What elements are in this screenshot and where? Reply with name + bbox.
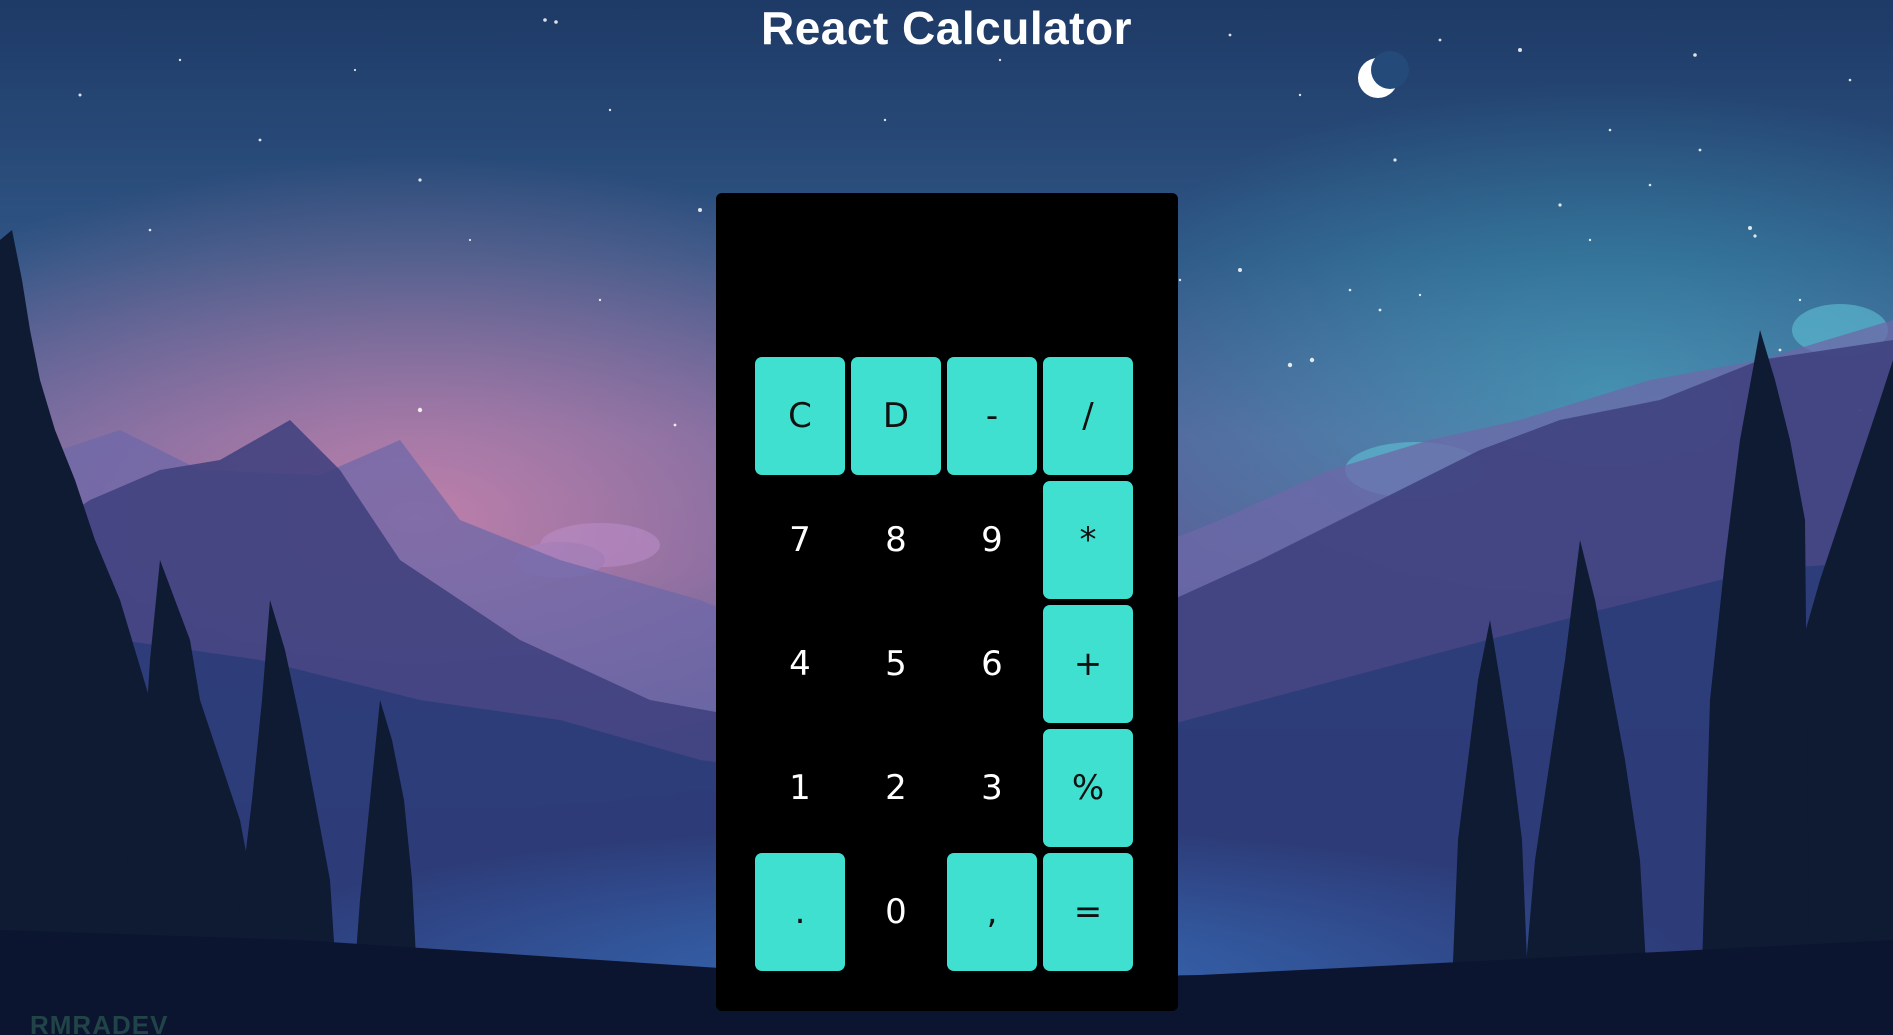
digit-8-button[interactable]: 8 [851,481,941,599]
digit-0-button[interactable]: 0 [851,853,941,971]
decimal-point-button[interactable]: . [755,853,845,971]
percent-button[interactable]: % [1043,729,1133,847]
digit-1-button[interactable]: 1 [755,729,845,847]
clear-button[interactable]: C [755,357,845,475]
digit-7-button[interactable]: 7 [755,481,845,599]
plus-button[interactable]: + [1043,605,1133,723]
digit-9-button[interactable]: 9 [947,481,1037,599]
calculator-display [716,193,1178,353]
divide-button[interactable]: / [1043,357,1133,475]
keypad: C D -/ 7 8 9 * 4 5 6 +1 2 3%. 0, = [755,357,1133,971]
digit-6-button[interactable]: 6 [947,605,1037,723]
calculator: C D -/ 7 8 9 * 4 5 6 +1 2 3%. 0, = [716,193,1178,1011]
digit-5-button[interactable]: 5 [851,605,941,723]
delete-button[interactable]: D [851,357,941,475]
digit-2-button[interactable]: 2 [851,729,941,847]
comma-button[interactable]: , [947,853,1037,971]
equals-button[interactable]: = [1043,853,1133,971]
watermark-logo: RMRADEV [30,1010,169,1035]
multiply-button[interactable]: * [1043,481,1133,599]
page-title: React Calculator [760,2,1132,54]
digit-4-button[interactable]: 4 [755,605,845,723]
minus-button[interactable]: - [947,357,1037,475]
digit-3-button[interactable]: 3 [947,729,1037,847]
